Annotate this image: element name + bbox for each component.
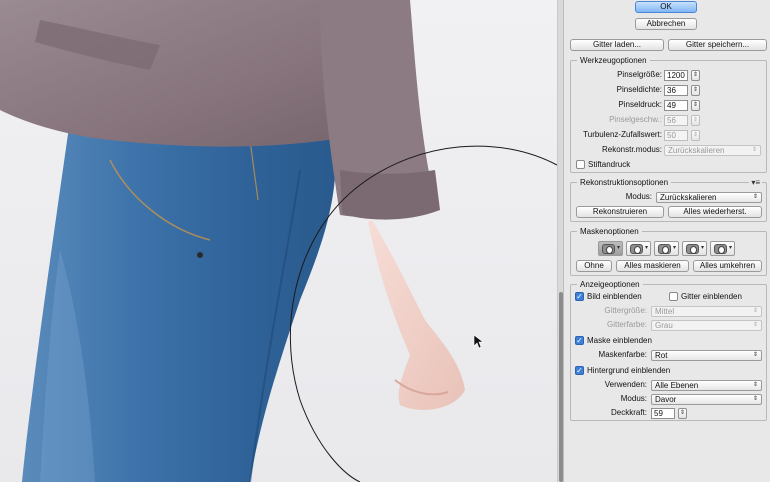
reconstruct-button[interactable]: Rekonstruieren — [576, 206, 664, 218]
mask-subtract-button[interactable]: ▾ — [654, 241, 679, 256]
show-mesh-label: Gitter einblenden — [681, 292, 742, 301]
chevron-down-icon: ▾ — [644, 245, 648, 251]
brush-pressure-label: Pinseldruck: — [618, 100, 662, 109]
chevron-updown-icon: ⇕ — [752, 352, 758, 358]
brush-density-input[interactable]: 36 — [664, 85, 688, 96]
chevron-down-icon: ▾ — [672, 245, 676, 251]
mask-intersect-button[interactable]: ▾ — [682, 241, 707, 256]
cancel-button[interactable]: Abbrechen — [635, 18, 697, 30]
mask-replace-button[interactable]: ▾ — [598, 241, 623, 256]
mask-none-button[interactable]: Ohne — [576, 260, 612, 272]
brush-rate-label: Pinselgeschw.: — [609, 115, 662, 124]
chevron-down-icon: ▾ — [700, 245, 704, 251]
ok-button[interactable]: OK — [635, 1, 697, 13]
chevron-down-icon: ▾ — [616, 245, 620, 251]
mesh-size-select[interactable]: Mittel ⇕ — [651, 306, 762, 317]
mask-invert-icon — [714, 244, 727, 254]
panel-menu-icon[interactable]: ▾≡ — [749, 178, 762, 187]
stylus-pressure-label: Stiftandruck — [588, 160, 631, 169]
backdrop-mode-select[interactable]: Davor ⇕ — [651, 394, 762, 405]
brush-pressure-input[interactable]: 49 — [664, 100, 688, 111]
backdrop-mode-label: Modus: — [620, 394, 647, 403]
tool-options-title: Werkzeugoptionen — [577, 56, 650, 65]
use-label: Verwenden: — [604, 380, 647, 389]
turbulent-jitter-label: Turbulenz-Zufallswert: — [583, 130, 662, 139]
chevron-updown-icon: ⇕ — [752, 322, 758, 328]
chevron-updown-icon: ⇕ — [752, 382, 758, 388]
show-mesh-checkbox[interactable] — [669, 292, 678, 301]
mask-options-group: Maskenoptionen ▾ ▾ ▾ ▾ ▾ Ohne Alles mask… — [570, 227, 767, 276]
mask-color-label: Maskenfarbe: — [598, 350, 647, 359]
mask-all-button[interactable]: Alles maskieren — [616, 260, 689, 272]
mask-replace-icon — [602, 244, 615, 254]
brush-rate-stepper[interactable]: ⇕ — [691, 115, 700, 126]
opacity-stepper[interactable]: ⇕ — [678, 408, 687, 419]
view-options-title: Anzeigeoptionen — [577, 280, 643, 289]
invert-all-button[interactable]: Alles umkehren — [693, 260, 762, 272]
chevron-updown-icon: ⇕ — [752, 396, 758, 402]
mesh-color-select[interactable]: Grau ⇕ — [651, 320, 762, 331]
jeans-rivet — [197, 252, 203, 258]
turbulent-jitter-input[interactable]: 50 — [664, 130, 688, 141]
chevron-down-icon: ▾ — [728, 245, 732, 251]
brush-size-label: Pinselgröße: — [617, 70, 662, 79]
brush-size-input[interactable]: 1200 — [664, 70, 688, 81]
liquify-options-panel: OK Abbrechen Gitter laden... Gitter spei… — [563, 0, 770, 482]
mesh-size-label: Gittergröße: — [604, 306, 647, 315]
use-layers-select[interactable]: Alle Ebenen ⇕ — [651, 380, 762, 391]
load-mesh-button[interactable]: Gitter laden... — [570, 39, 664, 51]
turbulent-jitter-stepper[interactable]: ⇕ — [691, 130, 700, 141]
opacity-label: Deckkraft: — [610, 408, 647, 417]
show-mask-label: Maske einblenden — [587, 336, 652, 345]
reconstruct-options-title: Rekonstruktionsoptionen — [577, 178, 672, 187]
show-image-label: Bild einblenden — [587, 292, 642, 301]
show-mask-checkbox[interactable]: ✓ — [575, 336, 584, 345]
brush-density-stepper[interactable]: ⇕ — [691, 85, 700, 96]
mask-add-icon — [630, 244, 643, 254]
mask-subtract-icon — [658, 244, 671, 254]
show-backdrop-checkbox[interactable]: ✓ — [575, 366, 584, 375]
mouse-pointer-icon — [473, 334, 484, 349]
show-image-checkbox[interactable]: ✓ — [575, 292, 584, 301]
reconstruct-mode-select[interactable]: Zurückskalieren ⇕ — [664, 145, 761, 156]
reconstruct-options-mode-select[interactable]: Zurückskalieren ⇕ — [656, 192, 762, 203]
shirt-cuff — [340, 170, 440, 220]
mesh-color-label: Gitterfarbe: — [606, 320, 647, 329]
mask-options-title: Maskenoptionen — [577, 227, 642, 236]
brush-pressure-stepper[interactable]: ⇕ — [691, 100, 700, 111]
brush-density-label: Pinseldichte: — [616, 85, 662, 94]
mask-add-button[interactable]: ▾ — [626, 241, 651, 256]
photo-preview — [0, 0, 557, 482]
reconstruct-mode-label-2: Modus: — [625, 192, 652, 201]
arm-shape — [368, 220, 465, 410]
view-options-group: Anzeigeoptionen ✓ Bild einblenden Gitter… — [570, 280, 767, 421]
mask-color-select[interactable]: Rot ⇕ — [651, 350, 762, 361]
liquify-canvas[interactable] — [0, 0, 557, 482]
chevron-updown-icon: ⇕ — [752, 194, 758, 200]
brush-rate-input[interactable]: 56 — [664, 115, 688, 126]
chevron-updown-icon: ⇕ — [751, 147, 757, 153]
brush-size-stepper[interactable]: ⇕ — [691, 70, 700, 81]
chevron-updown-icon: ⇕ — [752, 308, 758, 314]
restore-all-button[interactable]: Alles wiederherst. — [668, 206, 762, 218]
save-mesh-button[interactable]: Gitter speichern... — [668, 39, 767, 51]
reconstruct-mode-label: Rekonstr.modus: — [601, 145, 662, 154]
stylus-pressure-checkbox[interactable] — [576, 160, 585, 169]
mask-invert-button[interactable]: ▾ — [710, 241, 735, 256]
reconstruct-options-group: Rekonstruktionsoptionen ▾≡ Modus: Zurück… — [570, 178, 767, 222]
mask-intersect-icon — [686, 244, 699, 254]
show-backdrop-label: Hintergrund einblenden — [587, 366, 671, 375]
tool-options-group: Werkzeugoptionen Pinselgröße: 1200 ⇕ Pin… — [570, 56, 767, 173]
opacity-input[interactable]: 59 — [651, 408, 675, 419]
